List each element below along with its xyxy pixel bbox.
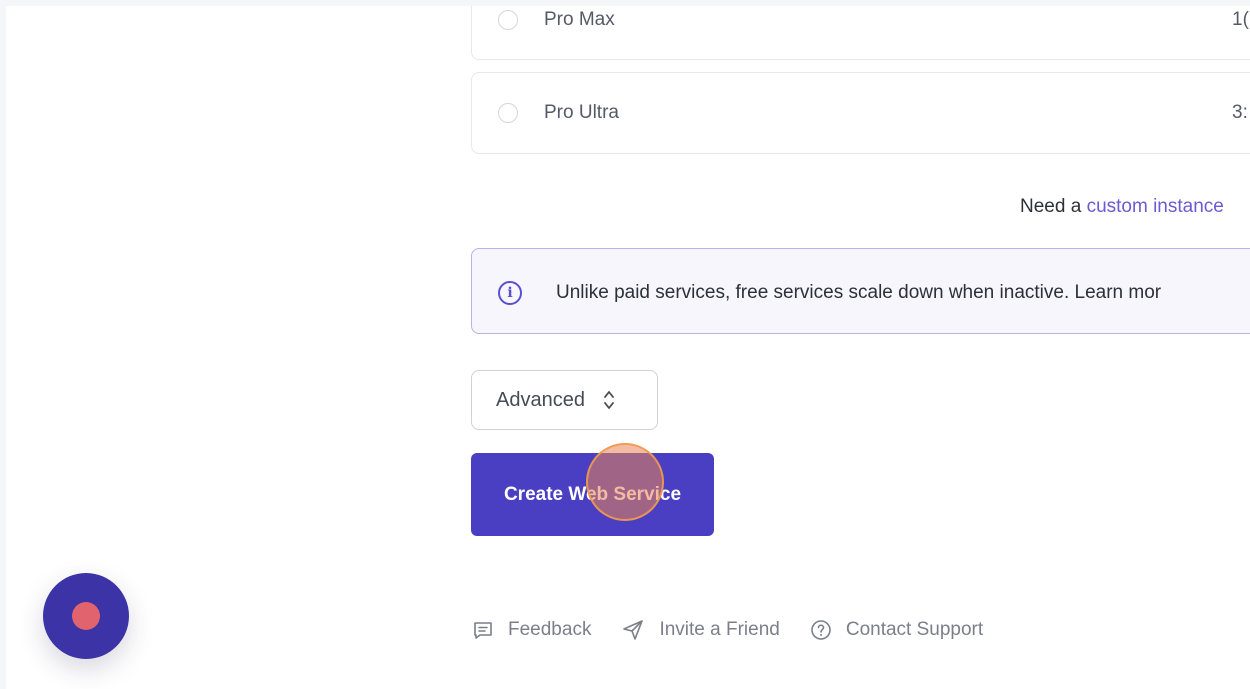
chat-launcher-dot-icon [72,602,100,630]
invite-friend-label: Invite a Friend [659,619,780,640]
custom-instance-prompt: Need a custom instance [1020,196,1224,218]
radio-button-pro-max[interactable] [498,10,518,30]
radio-button-pro-ultra[interactable] [498,103,518,123]
feedback-icon [472,619,494,641]
contact-support-link[interactable]: Contact Support [810,619,983,641]
chat-launcher-button[interactable] [43,573,129,659]
help-circle-icon [810,619,832,641]
plan-name: Pro Ultra [544,102,619,123]
advanced-toggle-button[interactable]: Advanced [471,370,658,430]
plan-price: 1( [1232,9,1249,30]
plan-option-pro-ultra[interactable]: Pro Ultra 3: [471,72,1250,154]
page-viewport: Pro Max 1( Pro Ultra 3: Need a custom in… [6,6,1250,689]
plan-price: 3: [1232,102,1248,123]
feedback-link[interactable]: Feedback [472,619,591,641]
plan-option-pro-max[interactable]: Pro Max 1( [471,6,1250,60]
advanced-label: Advanced [496,388,585,411]
info-icon: i [498,281,522,305]
create-web-service-label: Create Web Service [503,483,682,505]
footer-links: Feedback Invite a Friend Contact Support [472,618,1013,642]
plan-name: Pro Max [544,9,615,30]
custom-instance-link[interactable]: custom instance [1087,196,1224,217]
notice-text: Unlike paid services, free services scal… [556,282,1162,303]
free-tier-notice: i Unlike paid services, free services sc… [471,248,1250,334]
contact-support-label: Contact Support [845,619,984,640]
create-web-service-button[interactable]: Create Web Service [471,453,714,536]
chevron-up-down-icon [603,389,615,411]
send-icon [621,618,645,642]
custom-instance-prefix: Need a [1020,196,1082,217]
feedback-label: Feedback [508,619,592,640]
invite-friend-link[interactable]: Invite a Friend [621,618,780,642]
